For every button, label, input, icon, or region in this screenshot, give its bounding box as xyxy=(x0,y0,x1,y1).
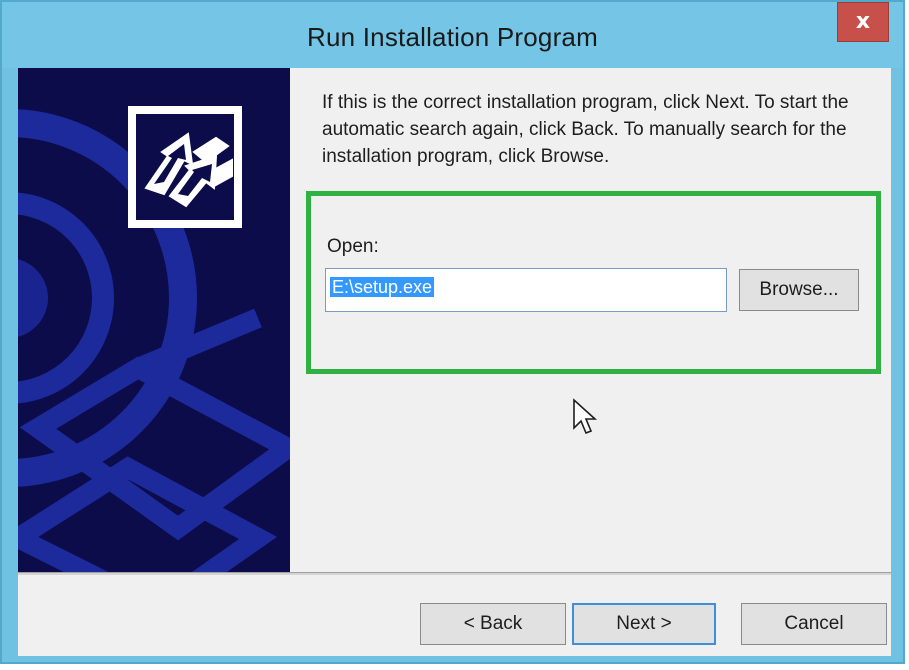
disc-artwork xyxy=(18,106,290,572)
button-bar: < Back Next > Cancel xyxy=(18,575,891,656)
open-path-group: Open: E:\setup.exe Browse... xyxy=(306,191,881,374)
open-label: Open: xyxy=(327,236,379,257)
open-path-value: E:\setup.exe xyxy=(330,277,435,297)
installation-dialog: Run Installation Program x If this is th… xyxy=(0,0,905,664)
side-banner-image xyxy=(18,68,290,572)
content-panel: If this is the correct installation prog… xyxy=(290,68,891,572)
next-button[interactable]: Next > xyxy=(572,603,716,645)
cancel-button[interactable]: Cancel xyxy=(741,603,887,645)
title-bar[interactable]: Run Installation Program x xyxy=(2,2,903,68)
instruction-text: If this is the correct installation prog… xyxy=(322,92,849,167)
close-button[interactable]: x xyxy=(837,2,889,42)
install-arrow-icon xyxy=(128,106,242,228)
browse-button[interactable]: Browse... xyxy=(739,269,859,311)
window-title: Run Installation Program xyxy=(307,22,598,52)
mouse-cursor-icon xyxy=(573,398,598,435)
open-path-input[interactable]: E:\setup.exe xyxy=(325,268,727,312)
back-button[interactable]: < Back xyxy=(420,603,566,645)
dialog-client-area: If this is the correct installation prog… xyxy=(18,68,891,656)
